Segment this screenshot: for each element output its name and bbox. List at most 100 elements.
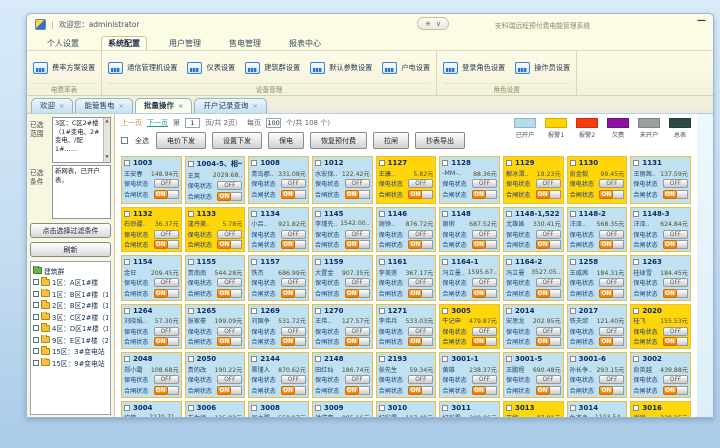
card-checkbox[interactable] xyxy=(570,356,576,362)
protect-toggle-off[interactable]: OFF xyxy=(663,375,688,384)
meter-card[interactable]: 1148-1,522 尤雄姝 330.41元 保电状态 OFF 合闸状态 xyxy=(503,207,564,253)
switch-toggle-on[interactable]: ON xyxy=(472,190,497,199)
meter-card[interactable]: 2193 张先生 59.34元 保电状态 OFF 合闸状态 xyxy=(376,352,437,398)
card-checkbox[interactable] xyxy=(379,211,385,217)
action-button[interactable]: 恢复预付费 xyxy=(310,132,367,149)
switch-toggle-on[interactable]: ON xyxy=(599,337,624,346)
switch-toggle-on[interactable]: ON xyxy=(154,240,179,249)
meter-card[interactable]: 1157 铁杰 686.99元 保电状态 OFF 合闸状态 xyxy=(248,255,309,301)
meter-card[interactable]: 1145 李瑾先.. 1542.00.. 保电状态 OFF 合闸状态 xyxy=(312,207,373,253)
switch-toggle-on[interactable]: ON xyxy=(663,337,688,346)
protect-toggle-off[interactable]: OFF xyxy=(663,230,688,239)
card-checkbox[interactable] xyxy=(570,308,576,314)
action-button[interactable]: 抄表导出 xyxy=(415,132,465,149)
card-checkbox[interactable] xyxy=(442,405,448,411)
meter-card[interactable]: 3005 牛记申 479.87元 保电状态 OFF 合闸状态 xyxy=(439,304,500,350)
card-checkbox[interactable] xyxy=(442,211,448,217)
card-checkbox[interactable] xyxy=(188,211,194,217)
card-checkbox[interactable] xyxy=(188,161,194,167)
protect-toggle-off[interactable]: OFF xyxy=(408,230,433,239)
tree-item[interactable]: 2区：B区2#楼（1#变… xyxy=(33,300,108,310)
switch-toggle-on[interactable]: ON xyxy=(281,289,306,298)
meter-card[interactable]: 3009 洪成惠 885.16元 保电状态 OFF 合闸状态 xyxy=(312,401,373,419)
meter-card[interactable]: 2050 贵的改 190.22元 保电状态 OFF 合闸状态 xyxy=(185,352,246,398)
card-checkbox[interactable] xyxy=(188,405,194,411)
protect-toggle-off[interactable]: OFF xyxy=(408,278,433,287)
switch-toggle-on[interactable]: ON xyxy=(599,240,624,249)
card-checkbox[interactable] xyxy=(124,160,130,166)
protect-toggle-off[interactable]: OFF xyxy=(217,278,242,287)
tree-checkbox[interactable] xyxy=(33,291,39,297)
card-checkbox[interactable] xyxy=(633,259,639,265)
switch-toggle-on[interactable]: ON xyxy=(408,289,433,298)
protect-toggle-off[interactable]: OFF xyxy=(154,179,179,188)
switch-toggle-on[interactable]: ON xyxy=(281,190,306,199)
card-checkbox[interactable] xyxy=(633,160,639,166)
tree-item[interactable]: 15区：3#变电站（3#变… xyxy=(33,346,108,356)
switch-toggle-on[interactable]: ON xyxy=(217,289,242,298)
protect-toggle-off[interactable]: OFF xyxy=(281,179,306,188)
meter-card[interactable]: 1133 逢丹美.. 5.78元 保电状态 OFF 合闸状态 xyxy=(185,207,246,253)
switch-toggle-on[interactable]: ON xyxy=(472,240,497,249)
ribbon-button[interactable]: 通信管理机设置 xyxy=(108,62,177,74)
switch-toggle-on[interactable]: ON xyxy=(217,337,242,346)
card-checkbox[interactable] xyxy=(506,211,512,217)
meter-card[interactable]: 1270 王伟.. 127.57元 保电状态 OFF 合闸状态 xyxy=(312,304,373,350)
protect-toggle-off[interactable]: OFF xyxy=(472,278,497,287)
meter-card[interactable]: 3013 王欣.. 97.81元 保电状态 OFF 合闸状态 xyxy=(503,401,564,419)
protect-toggle-off[interactable]: OFF xyxy=(663,179,688,188)
protect-toggle-off[interactable]: OFF xyxy=(599,179,624,188)
meter-card[interactable]: 1004-5、相一 王英 2029.68.. 保电状态 OFF 合闸状态 xyxy=(185,156,246,204)
switch-toggle-on[interactable]: ON xyxy=(281,337,306,346)
meter-card[interactable]: 3016 谢琍 339.25元 保电状态 OFF 合闸状态 xyxy=(630,401,691,419)
protect-toggle-off[interactable]: OFF xyxy=(345,230,370,239)
meter-card[interactable]: 1155 贵南南 544.28元 保电状态 OFF 合闸状态 xyxy=(185,255,246,301)
protect-toggle-off[interactable]: OFF xyxy=(599,375,624,384)
card-checkbox[interactable] xyxy=(506,160,512,166)
meter-card[interactable]: 1159 大置金 907.35元 保电状态 OFF 合闸状态 xyxy=(312,255,373,301)
meter-card[interactable]: 1134 小吕.. 921.82元 保电状态 OFF 合闸状态 xyxy=(248,207,309,253)
menu-item[interactable]: 系统配置 xyxy=(101,36,147,50)
card-checkbox[interactable] xyxy=(251,259,257,265)
refresh-button[interactable]: 刷新 xyxy=(30,242,111,257)
card-checkbox[interactable] xyxy=(251,308,257,314)
switch-toggle-on[interactable]: ON xyxy=(408,240,433,249)
meter-card[interactable]: 1164-2 冯立曼 3527.05.. 保电状态 OFF 合闸状态 xyxy=(503,255,564,301)
protect-toggle-off[interactable]: OFF xyxy=(663,278,688,287)
card-checkbox[interactable] xyxy=(442,308,448,314)
ribbon-button[interactable]: 操作员设置 xyxy=(515,62,570,74)
ribbon-button[interactable]: 费率方案设置 xyxy=(33,62,95,74)
switch-toggle-on[interactable]: ON xyxy=(345,240,370,249)
card-checkbox[interactable] xyxy=(124,405,130,411)
switch-toggle-on[interactable]: ON xyxy=(663,386,688,395)
document-tab[interactable]: 能管售电 × xyxy=(75,98,132,113)
selected-condition-box[interactable]: 新网表，已开户表， xyxy=(52,165,111,219)
card-checkbox[interactable] xyxy=(442,160,448,166)
protect-toggle-off[interactable]: OFF xyxy=(472,179,497,188)
switch-toggle-on[interactable]: ON xyxy=(217,386,242,395)
card-checkbox[interactable] xyxy=(633,356,639,362)
card-checkbox[interactable] xyxy=(570,405,576,411)
meter-card[interactable]: 1132 石倞疆.. 36.37元 保电状态 OFF 合闸状态 xyxy=(121,207,182,253)
protect-toggle-off[interactable]: OFF xyxy=(154,327,179,336)
document-tab[interactable]: 开户记录查询 × xyxy=(194,98,266,113)
page-size-input[interactable] xyxy=(266,118,281,128)
card-checkbox[interactable] xyxy=(124,308,130,314)
menu-item[interactable]: 报表中心 xyxy=(283,37,327,50)
card-checkbox[interactable] xyxy=(379,308,385,314)
meter-card[interactable]: 1264 刘晓娟.. 57.30元 保电状态 OFF 合闸状态 xyxy=(121,304,182,350)
meter-card[interactable]: 3001-6 孙长争.. 293.15元 保电状态 OFF 合闸状态 xyxy=(567,352,628,398)
switch-toggle-on[interactable]: ON xyxy=(472,289,497,298)
card-checkbox[interactable] xyxy=(315,160,321,166)
minimize-button[interactable]: — xyxy=(697,16,706,26)
meter-card[interactable]: 1164-1 冯立曼.. 1595.67.. 保电状态 OFF 合闸状态 xyxy=(439,255,500,301)
switch-toggle-on[interactable]: ON xyxy=(472,337,497,346)
card-checkbox[interactable] xyxy=(379,405,385,411)
choose-filter-button[interactable]: 点击选择过滤条件 xyxy=(30,223,111,238)
tab-close-icon[interactable]: × xyxy=(252,102,257,110)
meter-card[interactable]: 2020 桂飞 155.53元 保电状态 OFF 合闸状态 xyxy=(630,304,691,350)
meter-card[interactable]: 1008 青岛郡.. 331.08元 保电状态 OFF 合闸状态 xyxy=(248,156,309,204)
tab-close-icon[interactable]: × xyxy=(59,102,64,110)
protect-toggle-off[interactable]: OFF xyxy=(154,375,179,384)
switch-toggle-on[interactable]: ON xyxy=(281,386,306,395)
